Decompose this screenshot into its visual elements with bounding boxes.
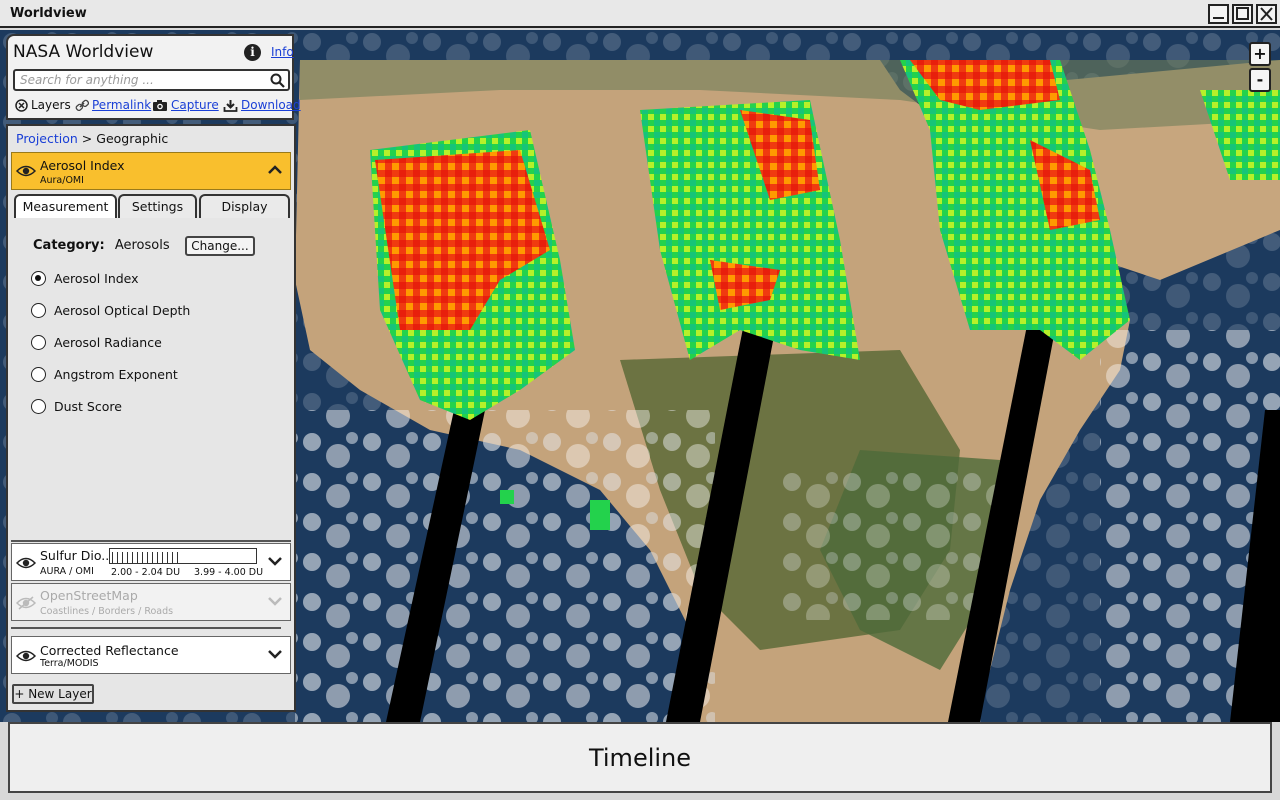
info-icon[interactable]: i — [244, 44, 261, 61]
color-legend-bar — [109, 548, 257, 564]
minimize-button[interactable] — [1208, 4, 1229, 24]
permalink-label: Permalink — [92, 98, 152, 112]
window-title: Worldview — [10, 6, 87, 21]
radio-button[interactable] — [31, 303, 46, 318]
close-button[interactable] — [1256, 4, 1277, 24]
close-circle-icon — [15, 98, 28, 112]
layer-source: Terra/MODIS — [40, 658, 99, 669]
category-label: Category: — [33, 238, 105, 253]
chevron-down-icon[interactable] — [268, 596, 282, 606]
legend-min-range: 2.00 - 2.04 DU — [111, 567, 181, 578]
search-input[interactable]: Search for anything ... — [13, 69, 290, 91]
option-label: Dust Score — [54, 399, 122, 414]
projection-value: Geographic — [96, 131, 169, 146]
search-icon[interactable] — [270, 73, 285, 88]
permalink-link[interactable]: Permalink — [75, 98, 151, 112]
chevron-up-icon[interactable] — [268, 165, 282, 175]
layer-tabs: Measurement Settings Display — [14, 194, 290, 220]
chevron-down-icon[interactable] — [268, 556, 282, 566]
maximize-button[interactable] — [1232, 4, 1253, 24]
zoom-in-button[interactable]: + — [1249, 42, 1271, 66]
radio-button[interactable] — [31, 399, 46, 414]
legend-max-range: 3.99 - 4.00 DU — [194, 567, 264, 578]
timeline[interactable]: Timeline — [8, 722, 1272, 793]
layer-source: AURA / OMI — [40, 566, 94, 577]
breadcrumb: Projection > Geographic — [16, 131, 168, 146]
option-label: Angstrom Exponent — [54, 367, 178, 382]
camera-icon — [153, 99, 167, 111]
active-layer-name: Aerosol Index — [40, 158, 125, 173]
close-icon — [1260, 7, 1273, 21]
eye-hidden-icon[interactable] — [16, 596, 36, 610]
minimize-icon — [1213, 17, 1224, 19]
eye-icon[interactable] — [16, 649, 36, 663]
layer-item-openstreetmap[interactable]: OpenStreetMap Coastlines / Borders / Roa… — [11, 583, 291, 621]
change-category-button[interactable]: Change... — [185, 236, 255, 256]
layer-item-corrected-reflectance[interactable]: Corrected Reflectance Terra/MODIS — [11, 636, 291, 674]
radio-button[interactable] — [31, 335, 46, 350]
layers-label: Layers — [31, 98, 71, 112]
layer-name: Sulfur Dio.. — [40, 548, 110, 563]
layers-toggle[interactable]: Layers — [15, 98, 71, 112]
layer-name: OpenStreetMap — [40, 588, 138, 603]
category-value: Aerosols — [114, 238, 170, 253]
eye-icon[interactable] — [16, 556, 36, 570]
layer-source: Coastlines / Borders / Roads — [40, 606, 174, 617]
eye-icon[interactable] — [16, 164, 36, 178]
download-icon — [223, 99, 238, 112]
measurement-panel: Category: Aerosols Change... Aerosol Ind… — [11, 218, 291, 542]
link-icon — [75, 99, 89, 111]
info-link[interactable]: Info — [271, 45, 294, 59]
category-row: Category: Aerosols — [33, 238, 170, 253]
app-title: NASA Worldview — [13, 42, 154, 62]
timeline-label: Timeline — [588, 744, 692, 772]
option-label: Aerosol Optical Depth — [54, 303, 191, 318]
app-header: NASA Worldview i Info Search for anythin… — [6, 34, 301, 120]
window-titlebar: Worldview — [0, 0, 1280, 28]
active-layer-header[interactable]: Aerosol Index Aura/OMI — [11, 152, 291, 190]
radio-button[interactable] — [31, 367, 46, 382]
zoom-out-button[interactable]: - — [1249, 68, 1271, 92]
capture-label: Capture — [171, 98, 219, 112]
download-link[interactable]: Download — [223, 98, 301, 112]
tab-measurement[interactable]: Measurement — [14, 194, 117, 219]
download-label: Download — [241, 98, 301, 112]
header-toolbar: Layers Permalink Capture Download — [15, 98, 301, 116]
layer-item-sulfur-dioxide[interactable]: Sulfur Dio.. AURA / OMI 2.00 - 2.04 DU 3… — [11, 543, 291, 581]
layers-panel: Projection > Geographic Aerosol Index Au… — [6, 124, 296, 712]
tab-settings[interactable]: Settings — [118, 194, 197, 219]
add-layer-button[interactable]: + New Layer — [12, 684, 94, 704]
chevron-down-icon[interactable] — [268, 649, 282, 659]
maximize-icon — [1236, 7, 1249, 20]
search-placeholder: Search for anything ... — [20, 73, 154, 87]
tab-display[interactable]: Display — [199, 194, 290, 219]
capture-link[interactable]: Capture — [152, 98, 219, 112]
layer-group-divider — [11, 627, 281, 629]
option-label: Aerosol Radiance — [54, 335, 162, 350]
active-layer-source: Aura/OMI — [40, 175, 84, 186]
option-label: Aerosol Index — [54, 271, 139, 286]
projection-link[interactable]: Projection — [16, 131, 78, 146]
layer-name: Corrected Reflectance — [40, 643, 179, 658]
radio-selected[interactable] — [31, 271, 46, 286]
breadcrumb-separator: > — [81, 131, 93, 146]
